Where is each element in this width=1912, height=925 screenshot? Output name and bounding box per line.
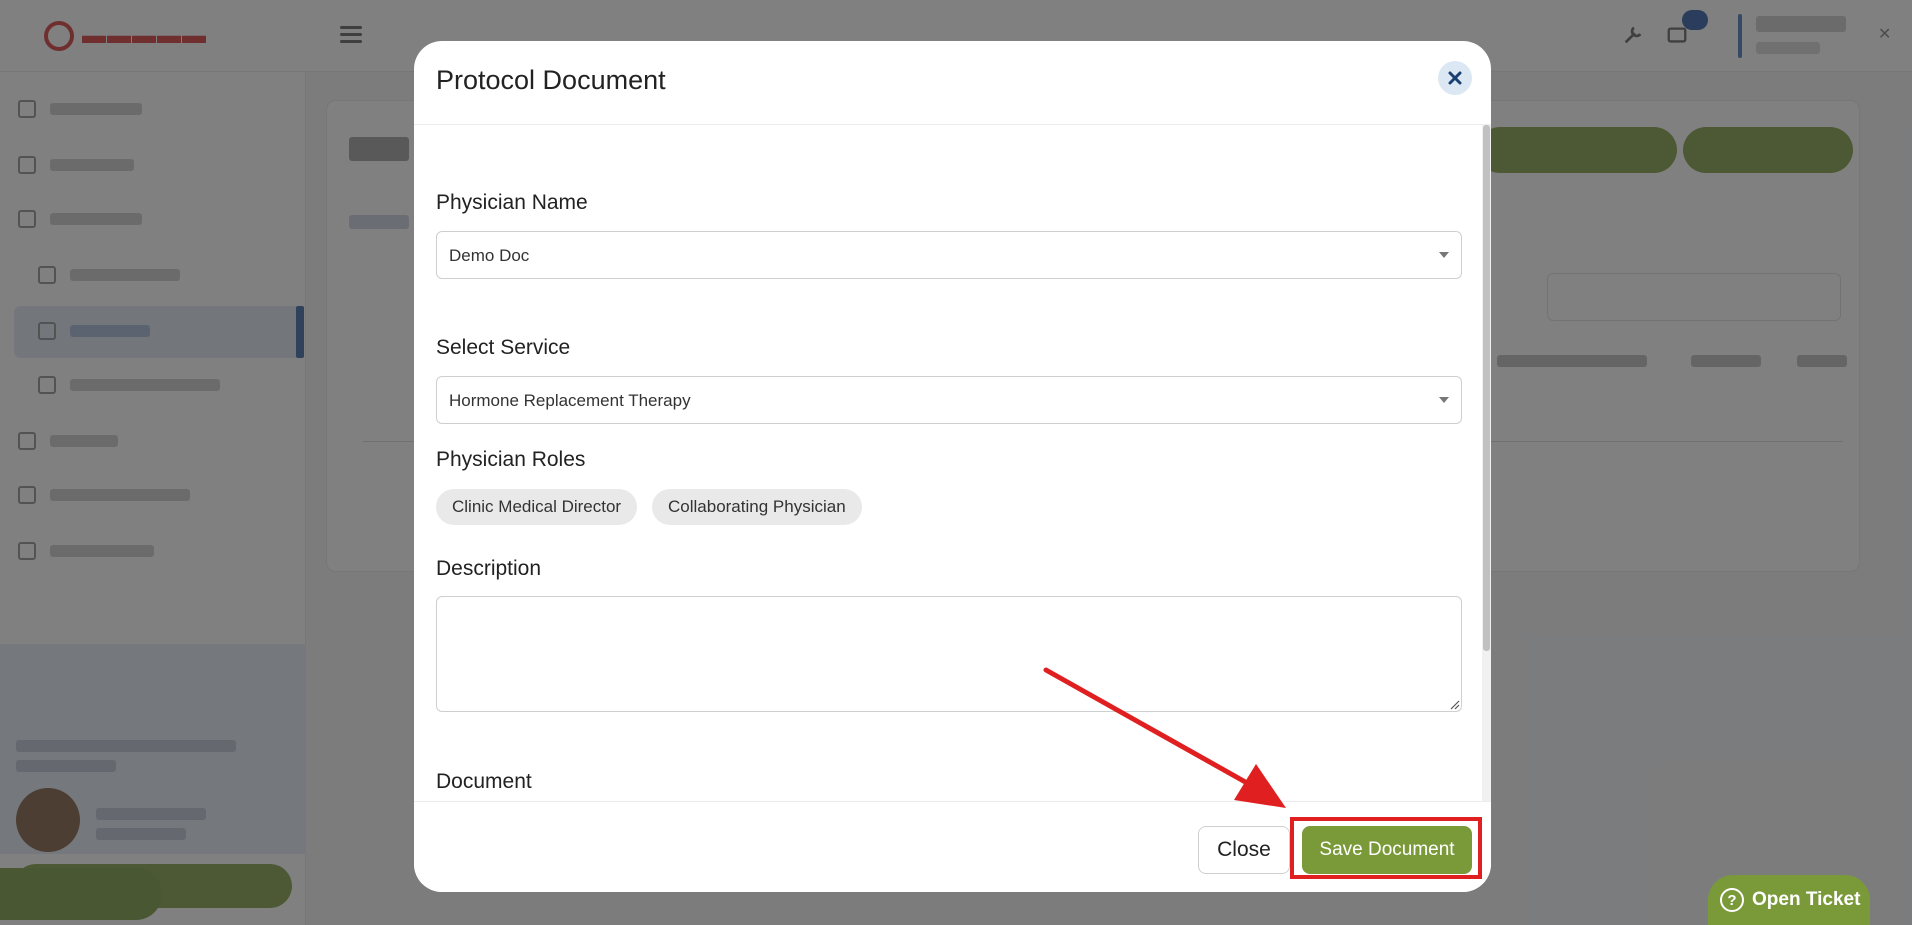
- caret-down-icon: [1439, 397, 1449, 403]
- physician-name-value: Demo Doc: [449, 246, 530, 265]
- physician-roles-label: Physician Roles: [436, 448, 586, 471]
- resize-handle-icon[interactable]: [1450, 700, 1460, 710]
- modal-body: Physician Name Demo Doc Select Service H…: [414, 125, 1491, 801]
- annotation-highlight-box: [1290, 817, 1482, 879]
- annotation-arrow: [1043, 667, 1286, 808]
- description-label: Description: [436, 557, 542, 580]
- modal-title: Protocol Document: [436, 65, 666, 95]
- physician-name-select[interactable]: Demo Doc: [436, 231, 1462, 279]
- select-service-label: Select Service: [436, 336, 571, 359]
- modal-scrollbar-thumb[interactable]: [1483, 125, 1490, 651]
- protocol-document-modal: Protocol Document Physician Name Demo Do…: [414, 41, 1491, 892]
- close-modal-button[interactable]: [1438, 61, 1472, 95]
- open-ticket-label: Open Ticket: [1752, 889, 1861, 910]
- role-chip-clinic-medical-director[interactable]: Clinic Medical Director: [436, 489, 638, 525]
- caret-down-icon: [1439, 252, 1449, 258]
- question-icon: ?: [1720, 888, 1744, 912]
- modal-header: Protocol Document: [414, 41, 1491, 125]
- close-button[interactable]: Close: [1198, 826, 1290, 874]
- open-ticket-button[interactable]: ? Open Ticket: [1708, 875, 1870, 925]
- document-label: Document: [436, 770, 532, 793]
- select-service-select[interactable]: Hormone Replacement Therapy: [436, 376, 1462, 424]
- physician-name-label: Physician Name: [436, 191, 588, 214]
- role-chip-collaborating-physician[interactable]: Collaborating Physician: [652, 489, 862, 525]
- close-icon: [1448, 71, 1462, 85]
- select-service-value: Hormone Replacement Therapy: [449, 391, 691, 410]
